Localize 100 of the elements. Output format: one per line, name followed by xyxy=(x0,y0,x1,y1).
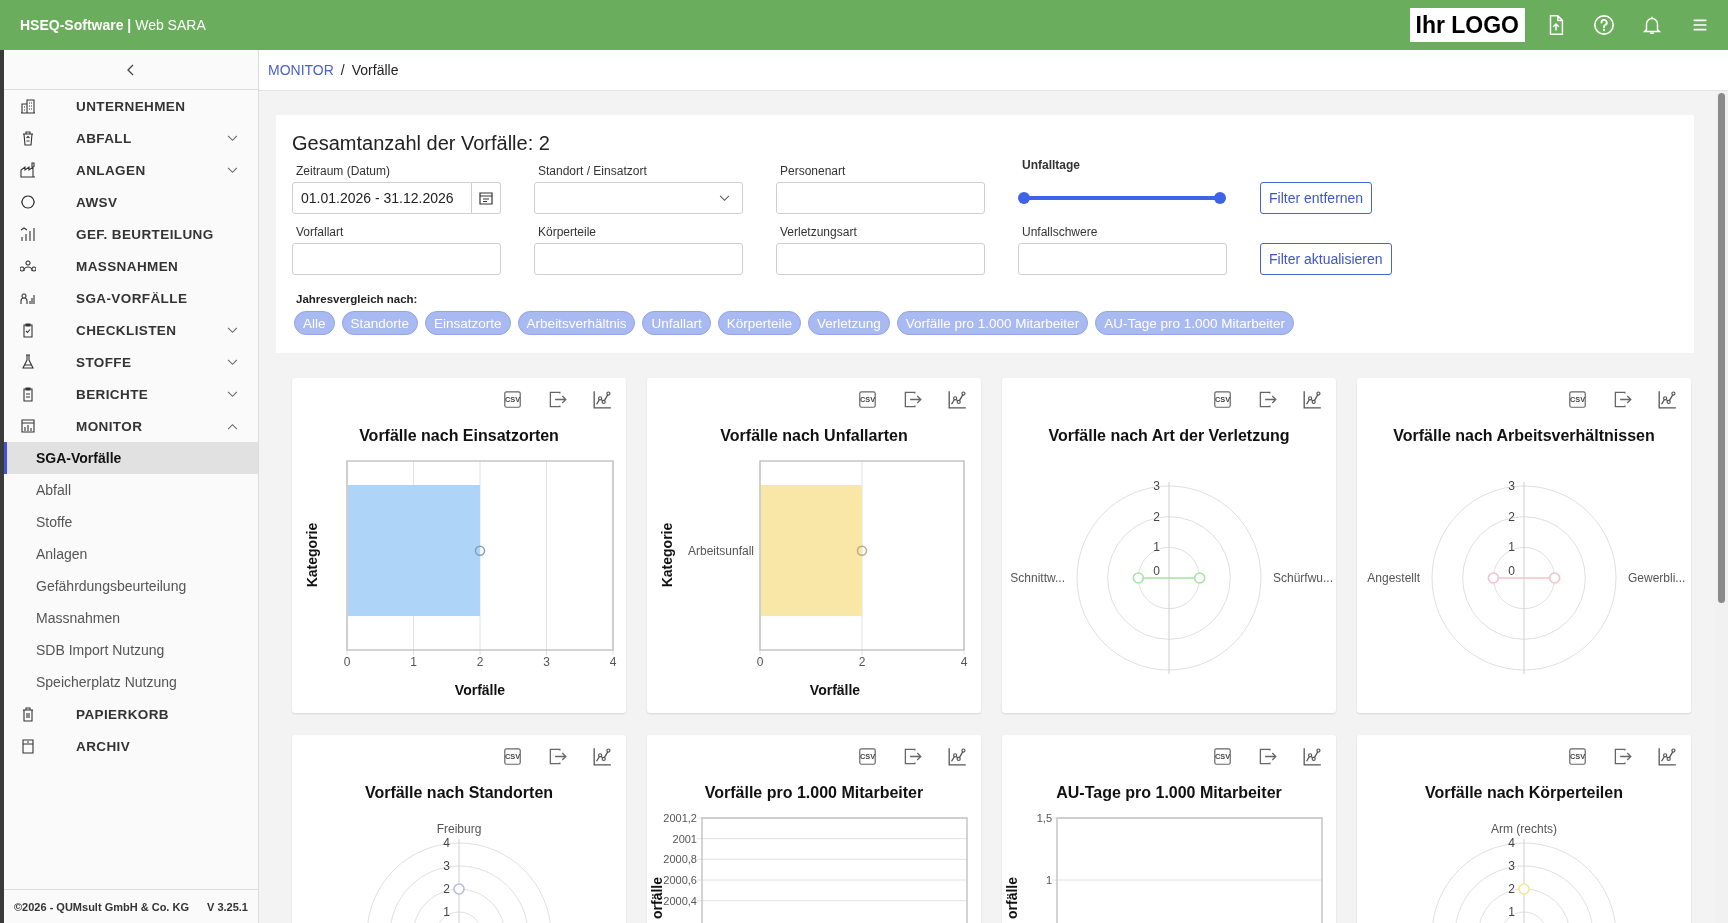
line-chart-icon[interactable] xyxy=(1658,389,1677,409)
input-field[interactable] xyxy=(776,182,985,214)
factory-icon xyxy=(20,162,36,178)
nav-item[interactable]: PAPIERKORB xyxy=(4,698,258,730)
nav-item[interactable]: BERICHTE xyxy=(4,378,258,410)
nav-subitem[interactable]: Abfall xyxy=(4,474,258,506)
tick-label: 3 xyxy=(543,655,550,669)
recycle-bin-icon xyxy=(20,130,36,146)
field-label: Unfallschwere xyxy=(1022,224,1099,240)
app-title: HSEQ-Software | Web SARA xyxy=(20,17,206,33)
filter-button[interactable]: Filter aktualisieren xyxy=(1260,243,1392,275)
point-marker xyxy=(856,545,868,557)
export-icon[interactable] xyxy=(548,389,567,409)
export-icon[interactable] xyxy=(1613,389,1632,409)
export-icon[interactable] xyxy=(903,746,922,766)
nav-item[interactable]: SGA-VORFÄLLE xyxy=(4,282,258,314)
category-label: Gewerbli... xyxy=(1628,571,1686,585)
help-icon[interactable] xyxy=(1593,14,1615,36)
export-icon[interactable] xyxy=(548,746,567,766)
chevron-down-icon[interactable] xyxy=(227,358,238,366)
line-chart-icon[interactable] xyxy=(948,389,967,409)
category-label: Schnittw... xyxy=(1010,571,1065,585)
tick-label: 2 xyxy=(1153,509,1160,524)
line-chart-icon[interactable] xyxy=(948,746,967,766)
chart-title: Vorfälle nach Körperteilen xyxy=(1424,783,1624,803)
input-field[interactable] xyxy=(776,243,985,275)
trash-icon xyxy=(20,706,36,722)
date-field[interactable]: 01.01.2026 - 31.12.2026 xyxy=(292,182,472,214)
calendar-icon xyxy=(478,190,494,206)
input-field[interactable] xyxy=(292,243,501,275)
line-chart-icon[interactable] xyxy=(593,389,612,409)
nav-item[interactable]: AWSV xyxy=(4,186,258,218)
collapse-chevron-icon[interactable] xyxy=(126,63,136,76)
nav-subitem[interactable]: Anlagen xyxy=(4,538,258,570)
nav-item[interactable]: ABFALL xyxy=(4,122,258,154)
nav-subitem[interactable]: SDB Import Nutzung xyxy=(4,634,258,666)
flask-icon xyxy=(20,354,36,370)
nav-subitem[interactable]: SGA-Vorfälle xyxy=(4,442,258,474)
tick-label: 3 xyxy=(443,859,450,873)
chevron-down-icon[interactable] xyxy=(227,166,238,174)
input-field[interactable] xyxy=(1018,243,1227,275)
nav-item[interactable]: MONITOR xyxy=(4,410,258,442)
export-icon[interactable] xyxy=(1258,746,1277,766)
tick-label: 0 xyxy=(343,655,351,669)
breadcrumb-link[interactable]: MONITOR xyxy=(268,62,334,78)
input-field[interactable] xyxy=(534,243,743,275)
nav-item[interactable]: STOFFE xyxy=(4,346,258,378)
chart-panel-icon xyxy=(20,418,36,434)
filter-button[interactable]: Filter entfernen xyxy=(1260,182,1373,214)
tick-label: 4 xyxy=(960,655,968,669)
field-label: Zeitraum (Datum) xyxy=(296,163,391,179)
tick-label: 2 xyxy=(1508,509,1515,524)
tick-label: 2000,8 xyxy=(663,853,697,866)
tick-label: 2 xyxy=(476,655,484,669)
axis-title: Vorfälle xyxy=(809,682,861,698)
nav-subitem[interactable]: Stoffe xyxy=(4,506,258,538)
select-field[interactable] xyxy=(534,182,743,214)
slider-handle[interactable] xyxy=(1018,192,1030,204)
calendar-button[interactable] xyxy=(472,182,501,214)
line-chart-icon[interactable] xyxy=(1303,389,1322,409)
export-icon[interactable] xyxy=(903,389,922,409)
nav-item[interactable]: ARCHIV xyxy=(4,730,258,762)
nav-item[interactable]: ANLAGEN xyxy=(4,154,258,186)
tick-label: 2000,6 xyxy=(663,874,697,886)
chevron-down-icon[interactable] xyxy=(227,326,238,334)
axis-title: Kategorie xyxy=(659,522,675,588)
bell-icon[interactable] xyxy=(1641,14,1663,36)
nav-item[interactable]: UNTERNEHMEN xyxy=(4,90,258,122)
tick-label: 3 xyxy=(1508,479,1515,493)
nav-item[interactable]: GEF. BEURTEILUNG xyxy=(4,218,258,250)
tick-label: 3 xyxy=(1153,479,1160,493)
slider-handle[interactable] xyxy=(1214,192,1226,204)
line-chart-icon[interactable] xyxy=(1303,746,1322,766)
line-chart-icon[interactable] xyxy=(593,746,612,766)
total-count-heading: Gesamtanzahl der Vorfälle: 2 xyxy=(292,131,551,155)
axis-title: orfälle xyxy=(649,877,665,919)
axis-title: Kategorie xyxy=(304,522,320,588)
export-icon[interactable] xyxy=(1258,389,1277,409)
nav-subitem[interactable]: Gefährdungsbeurteilung xyxy=(4,570,258,602)
line-chart-icon[interactable] xyxy=(1658,746,1677,766)
tick-label: 1 xyxy=(410,655,417,669)
tick-label: 3 xyxy=(1508,859,1515,873)
nav-item[interactable]: CHECKLISTEN xyxy=(4,314,258,346)
export-icon[interactable] xyxy=(1613,746,1632,766)
chevron-down-icon[interactable] xyxy=(227,134,238,142)
chevron-down-icon[interactable] xyxy=(227,390,238,398)
field-label: Personenart xyxy=(780,163,847,179)
tick-label: 1 xyxy=(1153,540,1160,555)
nav-subitem[interactable]: Speicherplatz Nutzung xyxy=(4,666,258,698)
chart-title: Vorfälle nach Art der Verletzung xyxy=(1047,426,1291,446)
bar-chart-icon xyxy=(20,226,36,242)
field-label: Vorfallart xyxy=(296,224,345,240)
chevron-up-icon[interactable] xyxy=(227,422,238,430)
chevron-down-icon xyxy=(719,194,730,202)
tick-label: 1 xyxy=(1045,874,1052,886)
building-icon xyxy=(20,98,36,114)
logo: Ihr LOGO xyxy=(1409,8,1525,42)
nav-item[interactable]: MASSNAHMEN xyxy=(4,250,258,282)
tick-label: 2 xyxy=(1508,882,1515,896)
nav-subitem[interactable]: Massnahmen xyxy=(4,602,258,634)
